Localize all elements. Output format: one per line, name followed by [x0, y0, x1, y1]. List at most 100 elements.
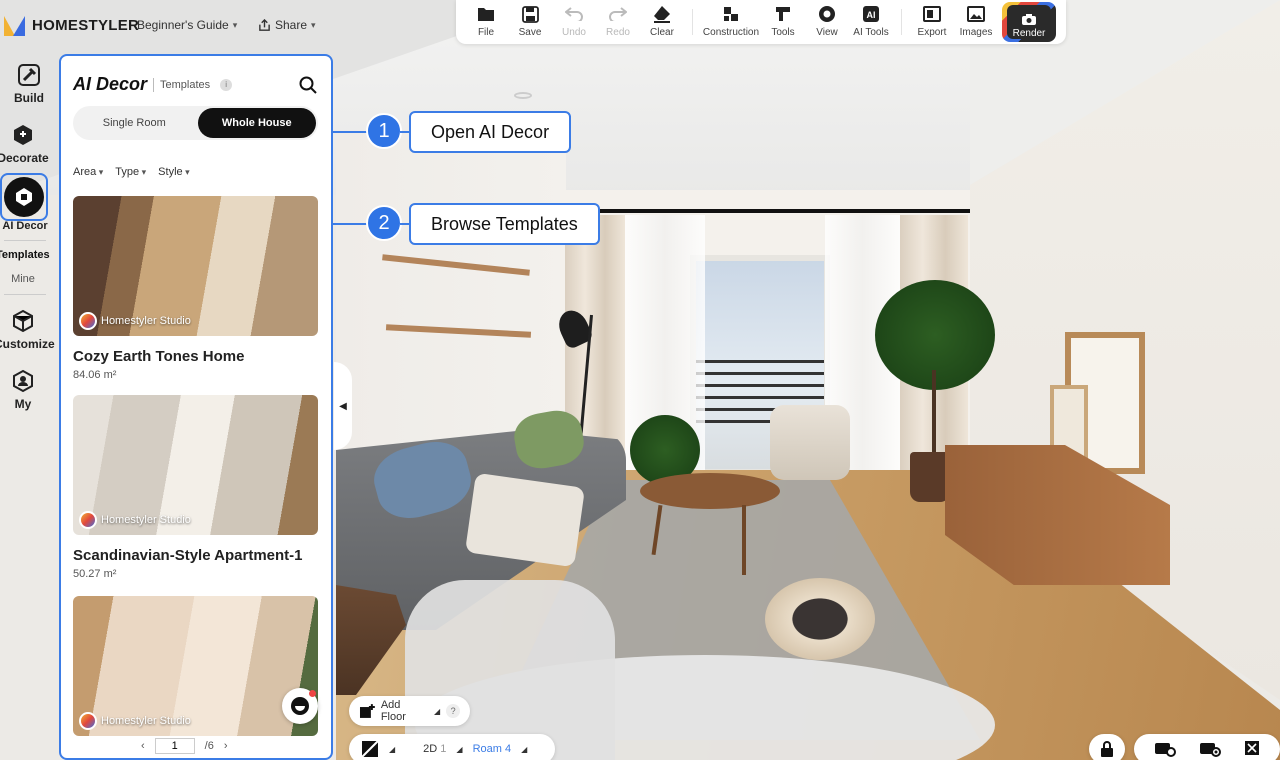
- filter-area[interactable]: Area ▾: [73, 166, 103, 178]
- callout-connector: [333, 131, 368, 133]
- filter-type[interactable]: Type ▾: [115, 166, 146, 178]
- template-thumbnail: Homestyler Studio: [73, 596, 318, 736]
- ai-decor-panel: AI Decor Templates i Single Room Whole H…: [59, 54, 333, 760]
- homestyler-logo[interactable]: HOMESTYLER: [4, 14, 139, 36]
- callout-badge: 2: [366, 205, 402, 241]
- eye-icon: [817, 4, 837, 24]
- homestyler-avatar: [79, 312, 97, 330]
- rail-ai-decor-label: AI Decor: [2, 220, 48, 232]
- chevron-down-icon: ▾: [139, 167, 147, 177]
- throw-blanket: [464, 472, 586, 568]
- undo-label: Undo: [562, 27, 586, 38]
- cube-icon: [10, 122, 36, 148]
- collapse-panel-button[interactable]: ◀: [334, 362, 352, 450]
- coffee-table: [640, 473, 780, 509]
- whole-house-tab[interactable]: Whole House: [197, 108, 316, 138]
- beginners-guide-menu[interactable]: Beginner's Guide ▾: [137, 18, 237, 32]
- template-card[interactable]: Homestyler Studio Scandinavian-Style Apa…: [73, 395, 318, 580]
- camera-settings-icon: [1154, 742, 1176, 757]
- svg-text:AI: AI: [867, 10, 876, 20]
- ai-tools-button[interactable]: AI AI Tools: [849, 0, 893, 44]
- ai-tools-label: AI Tools: [853, 27, 889, 38]
- view-button[interactable]: View: [805, 0, 849, 44]
- caret-icon: ◢: [434, 706, 441, 716]
- rail-build[interactable]: Build: [0, 62, 58, 105]
- view-switcher: ◢ 2D 1 ◢ Roam 4 ◢: [349, 734, 555, 760]
- prev-page-button[interactable]: ‹: [141, 740, 145, 752]
- callout-browse-templates: Browse Templates: [409, 203, 600, 245]
- template-card[interactable]: Homestyler Studio Cozy Earth Tones Home …: [73, 196, 318, 381]
- user-hex-icon: [10, 368, 36, 394]
- redo-button[interactable]: Redo: [596, 0, 640, 44]
- filter-area-label: Area: [73, 166, 97, 178]
- template-thumbnail: Homestyler Studio: [73, 196, 318, 336]
- single-room-tab[interactable]: Single Room: [75, 108, 194, 138]
- save-icon: [520, 4, 540, 24]
- share-icon: [259, 18, 270, 31]
- callout-open-ai-decor: Open AI Decor: [409, 111, 572, 153]
- export-button[interactable]: Export: [910, 0, 954, 44]
- plant-pot: [910, 452, 950, 502]
- page-input[interactable]: [154, 738, 195, 754]
- clear-label: Clear: [650, 27, 674, 38]
- redo-label: Redo: [606, 27, 630, 38]
- filter-style-label: Style: [158, 166, 183, 178]
- view-2d-button[interactable]: 2D 1: [423, 743, 446, 755]
- help-icon[interactable]: ?: [446, 704, 460, 718]
- view-2d-label: 2D: [423, 743, 438, 755]
- ai-decor-icon: [16, 188, 32, 206]
- camera-settings-button[interactable]: [1154, 739, 1176, 760]
- panel-header: AI Decor Templates i: [73, 74, 233, 95]
- camera-position-button[interactable]: [1199, 739, 1221, 760]
- chevron-down-icon: ▾: [232, 19, 238, 30]
- undo-button[interactable]: Undo: [552, 0, 596, 44]
- save-button[interactable]: Save: [508, 0, 552, 44]
- callout-connector: [333, 223, 368, 225]
- smile-icon: [291, 697, 309, 715]
- rail-mine[interactable]: Mine: [0, 273, 48, 285]
- chevron-left-icon: ◀: [339, 400, 347, 412]
- template-title: Cozy Earth Tones Home: [73, 348, 245, 365]
- chat-support-button[interactable]: [282, 688, 318, 724]
- rail-decorate[interactable]: Decorate: [0, 122, 52, 165]
- search-icon[interactable]: [299, 76, 317, 94]
- template-area: 84.06 m²: [73, 369, 117, 381]
- chevron-down-icon: ▾: [311, 19, 316, 30]
- export-label: Export: [917, 27, 947, 38]
- info-icon[interactable]: i: [220, 78, 233, 91]
- homestyler-logo-icon: [4, 14, 26, 36]
- share-menu[interactable]: Share ▾: [258, 18, 316, 32]
- images-button[interactable]: Images: [954, 0, 998, 44]
- template-source-label: Homestyler Studio: [101, 315, 191, 327]
- file-button[interactable]: File: [464, 0, 508, 44]
- share-label: Share: [275, 18, 308, 32]
- camera-icon: [1022, 14, 1036, 25]
- render-button[interactable]: Render: [1002, 2, 1056, 42]
- add-floor-button[interactable]: Add Floor ◢ ?: [349, 696, 470, 726]
- rail-templates[interactable]: Templates: [0, 249, 50, 261]
- add-floor-icon: [359, 704, 375, 718]
- template-thumbnail: Homestyler Studio: [73, 395, 318, 535]
- next-page-button[interactable]: ›: [224, 740, 228, 752]
- construction-button[interactable]: Construction: [701, 0, 761, 44]
- rail-my[interactable]: My: [0, 368, 52, 411]
- rail-ai-decor[interactable]: [4, 177, 44, 217]
- export-icon: [922, 4, 942, 24]
- template-source: Homestyler Studio: [79, 712, 191, 730]
- add-floor-label: Add Floor: [380, 699, 406, 723]
- template-title: Scandinavian-Style Apartment-1: [73, 547, 303, 564]
- clear-button[interactable]: Clear: [640, 0, 684, 44]
- rail-customize-label: Customize: [0, 337, 55, 351]
- lock-button[interactable]: [1089, 734, 1125, 760]
- roam-view-button[interactable]: Roam 4: [473, 743, 512, 755]
- rail-customize[interactable]: Customize: [0, 308, 55, 351]
- filter-style[interactable]: Style ▾: [158, 166, 190, 178]
- coffee-table-leg: [742, 505, 746, 575]
- template-card[interactable]: Homestyler Studio: [73, 596, 318, 736]
- fullscreen-button[interactable]: [1244, 740, 1260, 759]
- homestyler-avatar: [79, 712, 97, 730]
- floor-plan-icon[interactable]: [361, 740, 379, 758]
- page-total: /6: [204, 740, 214, 752]
- tools-button[interactable]: Tools: [761, 0, 805, 44]
- image-icon: [966, 4, 986, 24]
